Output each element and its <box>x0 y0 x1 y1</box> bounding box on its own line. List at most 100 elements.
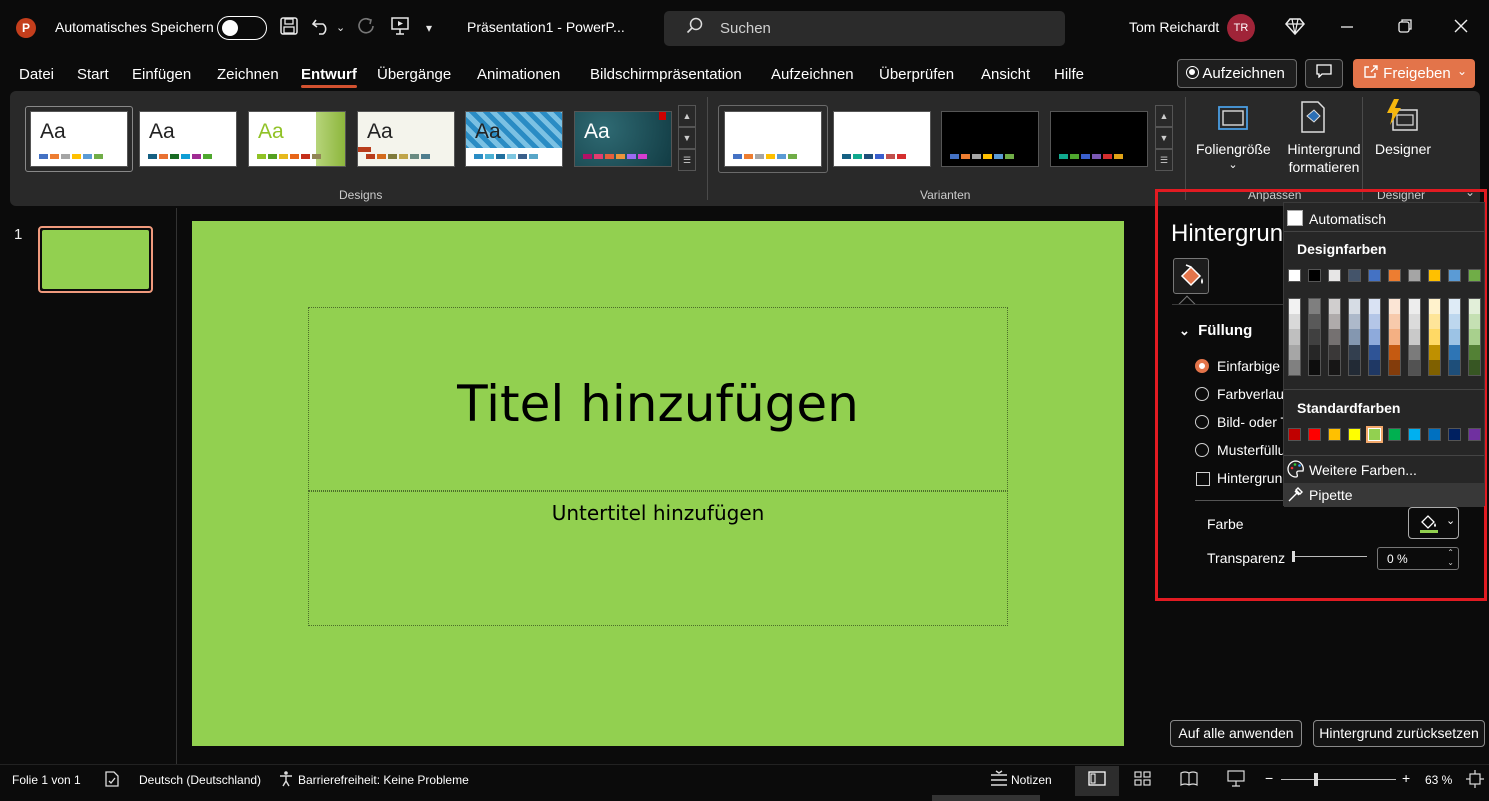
theme-shade-swatch[interactable] <box>1289 329 1300 345</box>
theme-shade-swatch[interactable] <box>1369 314 1380 330</box>
standard-color-swatch[interactable] <box>1468 428 1481 441</box>
theme-shade-swatch[interactable] <box>1449 299 1460 315</box>
theme-shade-swatch[interactable] <box>1389 359 1400 376</box>
accessibility-icon[interactable] <box>277 770 295 793</box>
theme-shade-swatch[interactable] <box>1349 314 1360 330</box>
language-status[interactable]: Deutsch (Deutschland) <box>139 773 261 787</box>
search-box[interactable]: Suchen <box>664 11 1065 46</box>
eyedropper-option[interactable]: Pipette <box>1284 483 1484 507</box>
slide-size-icon[interactable] <box>1217 103 1249 138</box>
theme-shade-swatch[interactable] <box>1329 329 1340 345</box>
tab-entwurf[interactable]: Entwurf <box>301 66 357 88</box>
designs-gallery-scroll[interactable]: ▲ ▼ ☰ <box>678 105 696 173</box>
record-button[interactable]: Aufzeichnen <box>1177 59 1297 88</box>
theme-shade-swatch[interactable] <box>1449 314 1460 330</box>
theme-color-swatch[interactable] <box>1348 269 1361 282</box>
minimize-icon[interactable] <box>1340 16 1354 41</box>
theme-shade-swatch[interactable] <box>1289 299 1300 315</box>
normal-view-icon[interactable] <box>1088 770 1106 793</box>
standard-color-swatch[interactable] <box>1308 428 1321 441</box>
theme-shade-swatch[interactable] <box>1469 344 1480 360</box>
variant-1[interactable] <box>724 111 822 167</box>
theme-shade-swatch[interactable] <box>1369 299 1380 315</box>
theme-shade-swatch[interactable] <box>1349 299 1360 315</box>
theme-shade-swatch[interactable] <box>1389 299 1400 315</box>
reading-view-icon[interactable] <box>1180 770 1198 793</box>
share-button[interactable]: Freigeben ⌄ <box>1353 59 1475 88</box>
theme-color-swatch[interactable] <box>1288 269 1301 282</box>
gallery-up-icon[interactable]: ▲ <box>1155 105 1173 127</box>
theme-shade-swatch[interactable] <box>1429 299 1440 315</box>
standard-color-swatch[interactable] <box>1288 428 1301 441</box>
gallery-more-icon[interactable]: ☰ <box>678 149 696 171</box>
automatic-color-option[interactable]: Automatisch <box>1284 210 1484 232</box>
standard-color-swatch[interactable] <box>1428 428 1441 441</box>
theme-integral[interactable]: Aa <box>357 111 455 167</box>
undo-dropdown-icon[interactable]: ⌄ <box>336 16 345 40</box>
designer-icon[interactable] <box>1383 98 1419 139</box>
slide-size-dropdown-icon[interactable]: ⌄ <box>1196 156 1270 174</box>
designer-label[interactable]: Designer <box>1373 140 1433 158</box>
theme-shade-swatch[interactable] <box>1469 314 1480 330</box>
tab-animationen[interactable]: Animationen <box>477 66 560 83</box>
theme-shade-column[interactable] <box>1408 298 1421 376</box>
present-from-start-icon[interactable] <box>390 16 410 43</box>
tab-start[interactable]: Start <box>77 66 109 83</box>
theme-office-2[interactable]: Aa <box>139 111 237 167</box>
format-background-icon[interactable] <box>1298 100 1328 139</box>
theme-ion-boardroom[interactable]: Aa <box>574 111 672 167</box>
restore-icon[interactable] <box>1397 16 1413 41</box>
theme-shade-swatch[interactable] <box>1309 314 1320 330</box>
theme-shade-column[interactable] <box>1288 298 1301 376</box>
theme-shade-column[interactable] <box>1328 298 1341 376</box>
standard-color-swatch[interactable] <box>1388 428 1401 441</box>
theme-shade-swatch[interactable] <box>1429 314 1440 330</box>
theme-shade-swatch[interactable] <box>1449 329 1460 345</box>
theme-shade-swatch[interactable] <box>1469 299 1480 315</box>
tab-zeichnen[interactable]: Zeichnen <box>217 66 279 83</box>
theme-shade-swatch[interactable] <box>1409 359 1420 376</box>
avatar[interactable]: TR <box>1227 14 1255 42</box>
theme-color-swatch[interactable] <box>1428 269 1441 282</box>
title-placeholder[interactable]: Titel hinzufügen <box>308 307 1008 491</box>
theme-color-swatch[interactable] <box>1408 269 1421 282</box>
theme-shade-swatch[interactable] <box>1369 344 1380 360</box>
theme-shade-swatch[interactable] <box>1409 314 1420 330</box>
gallery-up-icon[interactable]: ▲ <box>678 105 696 127</box>
theme-shade-swatch[interactable] <box>1289 344 1300 360</box>
theme-shade-swatch[interactable] <box>1449 359 1460 376</box>
theme-ion[interactable]: Aa <box>465 111 563 167</box>
theme-shade-column[interactable] <box>1388 298 1401 376</box>
theme-shade-column[interactable] <box>1428 298 1441 376</box>
pane-divider[interactable] <box>176 208 177 764</box>
zoom-out-icon[interactable]: − <box>1265 770 1273 786</box>
theme-shade-swatch[interactable] <box>1389 344 1400 360</box>
theme-shade-swatch[interactable] <box>1329 344 1340 360</box>
tab-bildschirmpraesentation[interactable]: Bildschirmpräsentation <box>590 66 742 83</box>
theme-shade-swatch[interactable] <box>1309 344 1320 360</box>
gallery-more-icon[interactable]: ☰ <box>1155 149 1173 171</box>
theme-shade-swatch[interactable] <box>1429 329 1440 345</box>
close-icon[interactable] <box>1453 16 1469 41</box>
theme-shade-swatch[interactable] <box>1349 344 1360 360</box>
theme-office[interactable]: Aa <box>30 111 128 167</box>
standard-color-swatch[interactable] <box>1328 428 1341 441</box>
variant-4[interactable] <box>1050 111 1148 167</box>
subtitle-placeholder[interactable]: Untertitel hinzufügen <box>308 491 1008 626</box>
theme-color-swatch[interactable] <box>1308 269 1321 282</box>
theme-shade-swatch[interactable] <box>1349 359 1360 376</box>
zoom-slider-track[interactable] <box>1281 779 1396 780</box>
theme-shade-column[interactable] <box>1308 298 1321 376</box>
slideshow-icon[interactable] <box>1227 770 1245 793</box>
zoom-level[interactable]: 63 % <box>1425 773 1452 787</box>
zoom-slider-thumb[interactable] <box>1314 773 1318 786</box>
spellcheck-icon[interactable] <box>103 770 121 793</box>
theme-shade-swatch[interactable] <box>1289 314 1300 330</box>
theme-shade-swatch[interactable] <box>1309 359 1320 376</box>
tab-datei[interactable]: Datei <box>19 66 54 83</box>
theme-shade-swatch[interactable] <box>1329 299 1340 315</box>
more-colors-option[interactable]: Weitere Farben... <box>1284 459 1484 483</box>
user-name[interactable]: Tom Reichardt <box>1129 19 1219 35</box>
theme-color-swatch[interactable] <box>1448 269 1461 282</box>
tab-ueberpruefen[interactable]: Überprüfen <box>879 66 954 83</box>
